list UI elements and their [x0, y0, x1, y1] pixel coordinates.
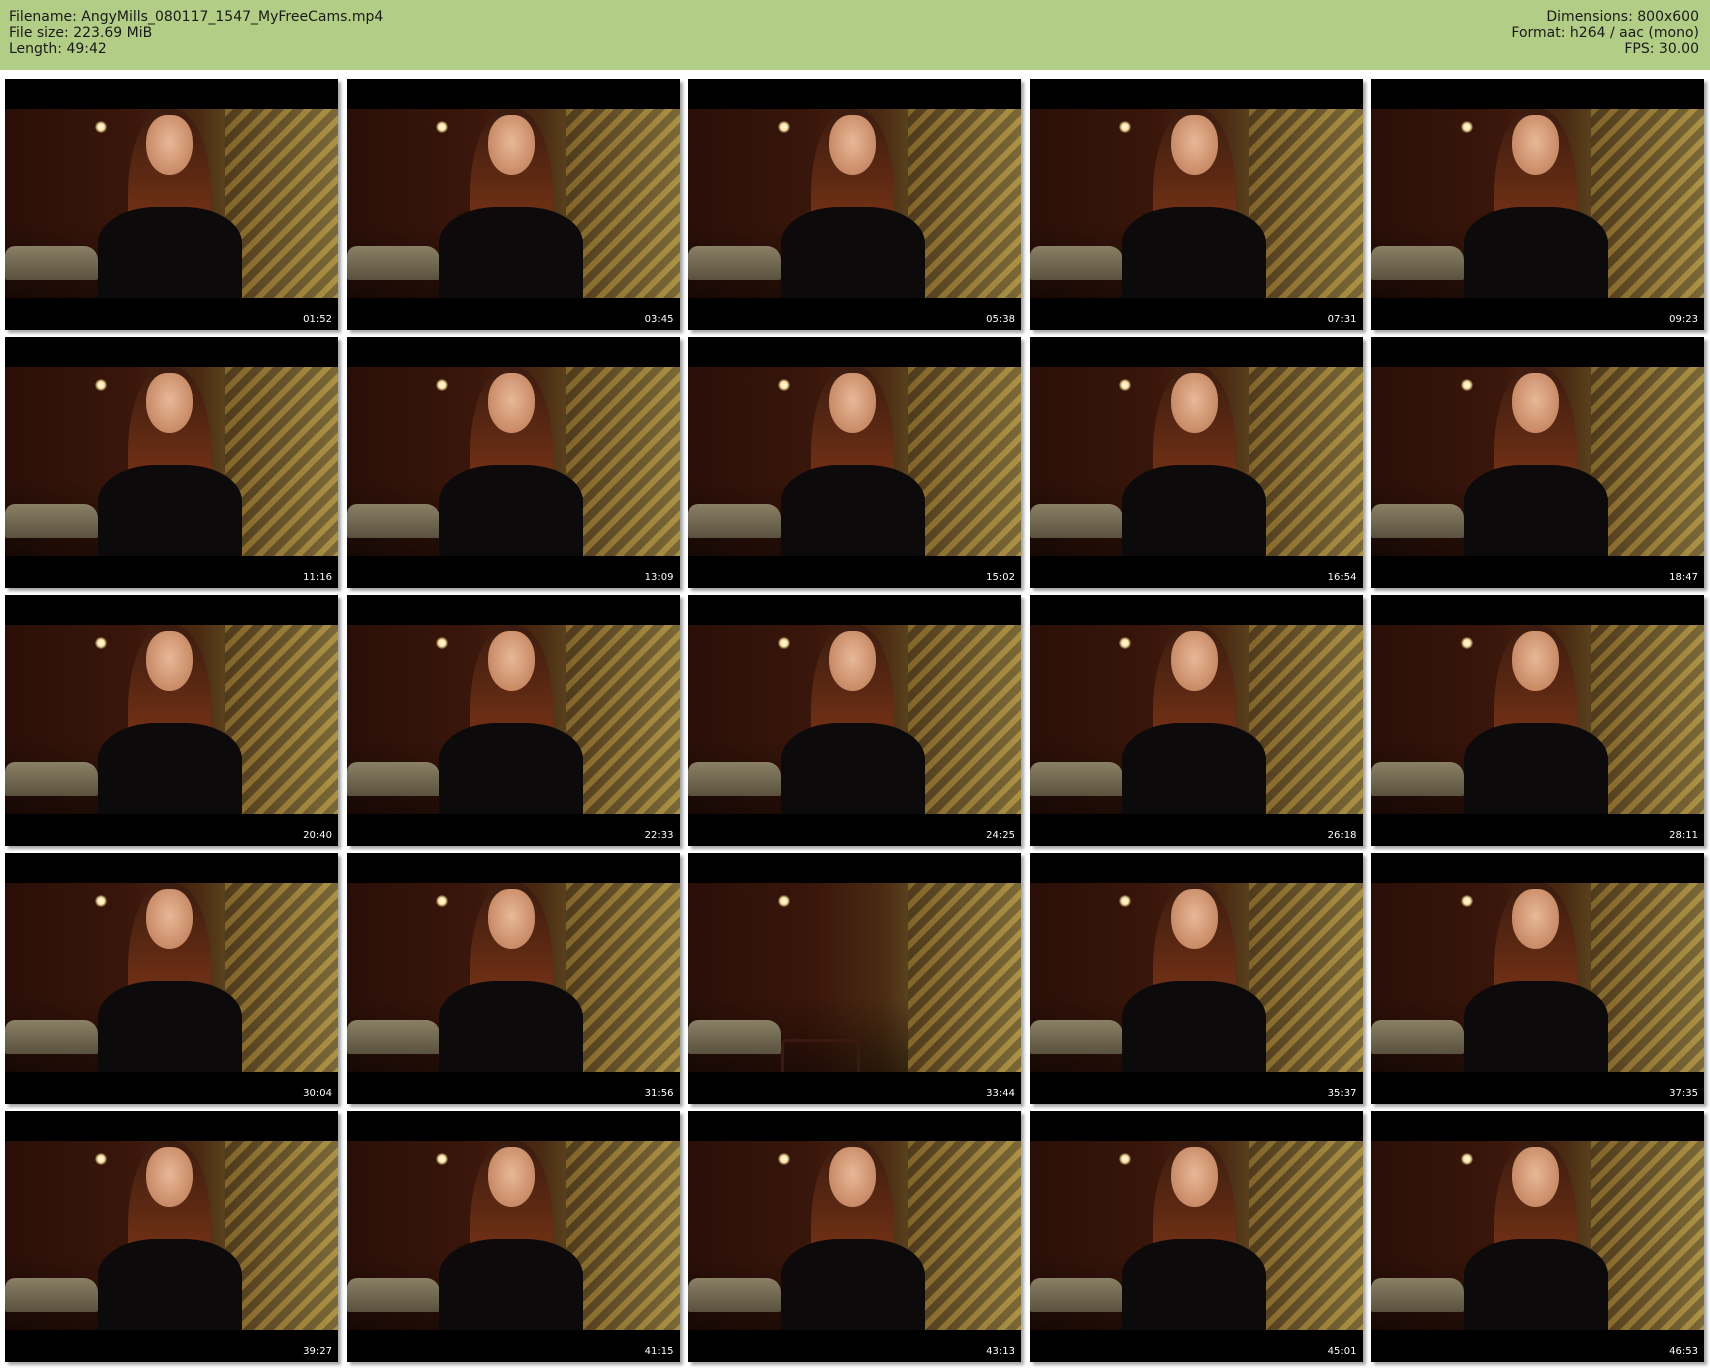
thumbnail-timestamp: 24:25 [986, 830, 1015, 841]
video-thumbnail[interactable]: 33:44 [688, 853, 1021, 1104]
video-thumbnail[interactable]: 01:52 [5, 79, 338, 330]
thumbnail-frame-image [1371, 883, 1704, 1072]
video-thumbnail[interactable]: 18:47 [1371, 337, 1704, 588]
info-header: Filename: AngyMills_080117_1547_MyFreeCa… [0, 0, 1710, 70]
video-thumbnail[interactable]: 20:40 [5, 595, 338, 846]
video-thumbnail[interactable]: 09:23 [1371, 79, 1704, 330]
thumbnail-timestamp: 45:01 [1327, 1346, 1357, 1357]
thumbnail-frame-image [688, 883, 1021, 1072]
thumbnail-timestamp: 22:33 [644, 830, 674, 841]
thumbnail-timestamp: 35:37 [1327, 1088, 1357, 1099]
thumbnail-timestamp: 11:16 [303, 572, 332, 583]
video-thumbnail[interactable]: 13:09 [346, 337, 680, 588]
video-thumbnail[interactable]: 05:38 [688, 79, 1021, 330]
thumbnail-frame-image [346, 109, 680, 298]
thumbnail-frame-image [346, 883, 680, 1072]
video-thumbnail[interactable]: 22:33 [346, 595, 680, 846]
thumbnail-timestamp: 18:47 [1669, 572, 1698, 583]
thumbnail-timestamp: 46:53 [1669, 1346, 1698, 1357]
video-thumbnail[interactable]: 46:53 [1371, 1111, 1704, 1362]
thumbnail-frame-image [5, 625, 338, 814]
thumbnail-timestamp: 05:38 [986, 314, 1015, 325]
video-thumbnail[interactable]: 41:15 [346, 1111, 680, 1362]
info-left: Filename: AngyMills_080117_1547_MyFreeCa… [9, 9, 383, 57]
video-thumbnail[interactable]: 03:45 [346, 79, 680, 330]
filename-text: Filename: AngyMills_080117_1547_MyFreeCa… [9, 9, 384, 25]
thumbnail-timestamp: 31:56 [644, 1088, 674, 1099]
dimensions-text: Dimensions: 800x600 [1546, 9, 1699, 25]
thumbnail-timestamp: 39:27 [303, 1346, 332, 1357]
thumbnail-timestamp: 15:02 [986, 572, 1015, 583]
video-thumbnail[interactable]: 45:01 [1029, 1111, 1363, 1362]
thumbnail-frame-image [1371, 1141, 1704, 1330]
thumbnail-timestamp: 43:13 [986, 1346, 1015, 1357]
thumbnail-timestamp: 30:04 [303, 1088, 332, 1099]
video-thumbnail[interactable]: 30:04 [5, 853, 338, 1104]
video-thumbnail[interactable]: 15:02 [688, 337, 1021, 588]
thumbnail-timestamp: 01:52 [303, 314, 332, 325]
thumbnail-timestamp: 26:18 [1327, 830, 1357, 841]
thumbnail-frame-image [346, 1141, 680, 1330]
video-thumbnail[interactable]: 24:25 [688, 595, 1021, 846]
thumbnail-frame-image [1029, 367, 1363, 556]
video-thumbnail[interactable]: 37:35 [1371, 853, 1704, 1104]
length-text: Length: 49:42 [9, 41, 107, 57]
thumbnail-timestamp: 37:35 [1669, 1088, 1698, 1099]
thumbnail-frame-image [1029, 883, 1363, 1072]
thumbnail-grid: 01:52 03:45 05:38 07:31 09:23 11:16 13:09 15:02… [5, 79, 1704, 1362]
thumbnail-frame-image [1371, 109, 1704, 298]
thumbnail-timestamp: 07:31 [1327, 314, 1357, 325]
video-thumbnail[interactable]: 16:54 [1029, 337, 1363, 588]
thumbnail-timestamp: 28:11 [1669, 830, 1698, 841]
thumbnail-frame-image [5, 1141, 338, 1330]
thumbnail-timestamp: 03:45 [644, 314, 674, 325]
thumbnail-timestamp: 20:40 [303, 830, 332, 841]
thumbnail-frame-image [346, 367, 680, 556]
video-thumbnail[interactable]: 31:56 [346, 853, 680, 1104]
thumbnail-timestamp: 33:44 [986, 1088, 1015, 1099]
thumbnail-timestamp: 16:54 [1327, 572, 1357, 583]
video-thumbnail[interactable]: 26:18 [1029, 595, 1363, 846]
thumbnail-frame-image [1029, 109, 1363, 298]
thumbnail-frame-image [5, 883, 338, 1072]
video-thumbnail[interactable]: 39:27 [5, 1111, 338, 1362]
thumbnail-frame-image [5, 367, 338, 556]
format-text: Format: h264 / aac (mono) [1511, 25, 1699, 41]
thumbnail-frame-image [688, 1141, 1021, 1330]
thumbnail-frame-image [5, 109, 338, 298]
filesize-text: File size: 223.69 MiB [9, 25, 153, 41]
thumbnail-frame-image [688, 625, 1021, 814]
thumbnail-frame-image [688, 367, 1021, 556]
thumbnail-frame-image [688, 109, 1021, 298]
thumbnail-timestamp: 13:09 [644, 572, 674, 583]
thumbnail-timestamp: 41:15 [644, 1346, 674, 1357]
video-thumbnail[interactable]: 11:16 [5, 337, 338, 588]
thumbnail-timestamp: 09:23 [1669, 314, 1698, 325]
video-thumbnail[interactable]: 07:31 [1029, 79, 1363, 330]
thumbnail-frame-image [1371, 367, 1704, 556]
video-thumbnail[interactable]: 43:13 [688, 1111, 1021, 1362]
thumbnail-frame-image [346, 625, 680, 814]
video-thumbnail[interactable]: 28:11 [1371, 595, 1704, 846]
video-thumbnail[interactable]: 35:37 [1029, 853, 1363, 1104]
info-right: Dimensions: 800x600 Format: h264 / aac (… [1511, 9, 1699, 57]
thumbnail-frame-image [1371, 625, 1704, 814]
thumbnail-frame-image [1029, 625, 1363, 814]
thumbnail-frame-image [1029, 1141, 1363, 1330]
fps-text: FPS: 30.00 [1624, 41, 1699, 57]
